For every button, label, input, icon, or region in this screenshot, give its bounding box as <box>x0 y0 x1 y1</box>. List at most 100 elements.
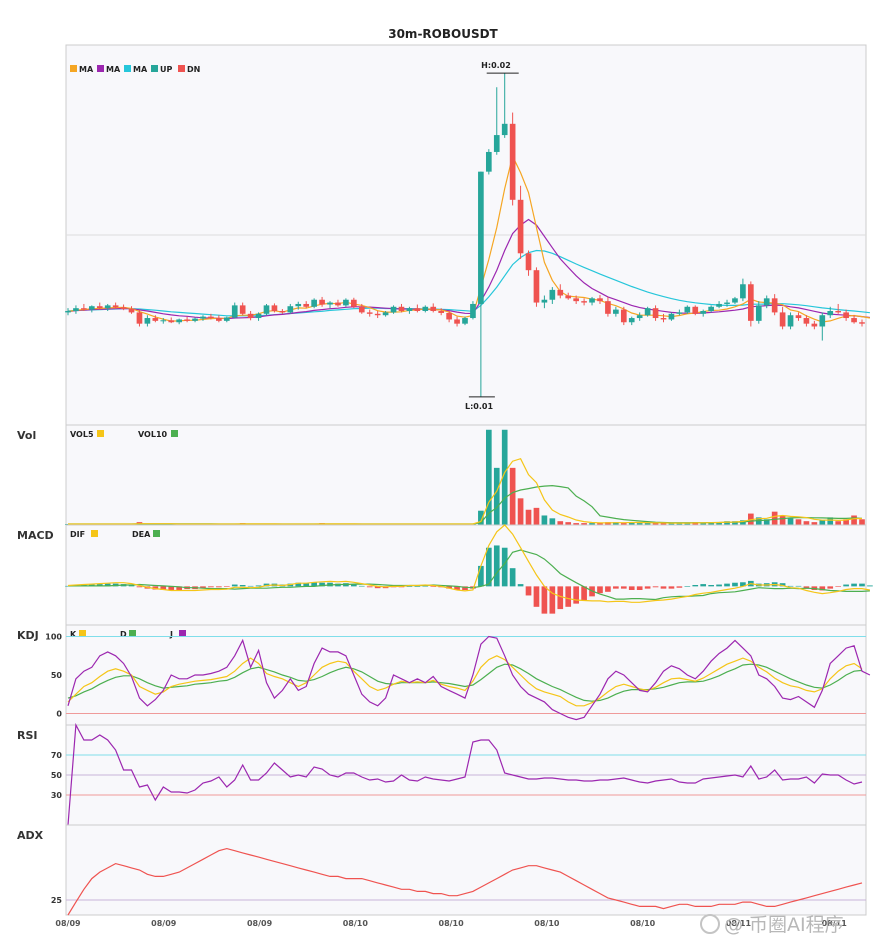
volume-bar <box>485 429 492 525</box>
candle-body <box>501 123 508 136</box>
legend-swatch <box>129 630 136 637</box>
candle-body <box>771 298 778 313</box>
candle-body <box>239 305 246 314</box>
volume-bar <box>509 467 516 525</box>
candle-body <box>716 303 722 307</box>
candle-body <box>732 298 738 303</box>
volume-bar <box>541 515 548 525</box>
candle-body <box>509 123 516 200</box>
candle-body <box>660 318 667 320</box>
candle-body <box>160 320 167 322</box>
candle-body <box>351 299 357 307</box>
candle-body <box>216 318 222 321</box>
adx-panel: ADX 25 <box>17 824 867 916</box>
candle-body <box>708 306 714 311</box>
candle-body <box>327 302 333 305</box>
macd-bar <box>668 586 675 589</box>
volume-bar <box>803 521 810 525</box>
candle-body <box>676 312 683 314</box>
candle-body <box>81 308 87 310</box>
volume-bar <box>493 467 500 525</box>
candle-body <box>700 311 707 314</box>
candle-body <box>692 306 699 314</box>
candle-body <box>287 306 294 313</box>
candle-body <box>136 312 143 324</box>
macd-bar <box>430 586 437 587</box>
legend-label: J <box>169 630 173 639</box>
candle-body <box>279 311 286 313</box>
candle-body <box>358 306 365 313</box>
candle-body <box>414 308 421 311</box>
macd-bar <box>652 586 659 588</box>
macd-bar <box>835 586 842 587</box>
candle-body <box>152 318 159 321</box>
chart-canvas: 30m-ROBOUSDT MA MA MA UP DN H:0.02 L:0.01 Vo… <box>17 27 873 928</box>
adx-tick-label: 25 <box>51 896 63 905</box>
macd-bar <box>239 585 246 587</box>
adx-panel-title: ADX <box>17 829 44 842</box>
macd-bar <box>223 586 230 587</box>
macd-bar <box>708 585 714 587</box>
legend-swatch <box>79 630 86 637</box>
high-label: H:0.02 <box>481 61 511 70</box>
candle-body <box>835 311 842 313</box>
candle-body <box>724 302 730 304</box>
candle-body <box>493 135 500 152</box>
legend-swatch <box>91 530 98 537</box>
legend-swatch <box>151 65 158 72</box>
candle-body <box>827 311 834 316</box>
candle-body <box>819 315 826 327</box>
candle-body <box>73 308 79 311</box>
candle-body <box>652 308 659 319</box>
candle-body <box>295 303 302 307</box>
macd-bar <box>565 586 572 607</box>
macd-bar <box>557 586 564 610</box>
x-tick-label: 08/09 <box>55 919 81 928</box>
macd-bar <box>358 585 365 587</box>
price-panel: MA MA MA UP DN H:0.02 L:0.01 <box>65 44 871 426</box>
candle-body <box>684 306 691 313</box>
candle-body <box>755 305 762 321</box>
macd-bar <box>255 585 262 587</box>
x-tick-label: 08/10 <box>439 919 465 928</box>
rsi-tick-label: 30 <box>51 791 63 800</box>
legend-swatch <box>178 65 185 72</box>
candle-body <box>525 253 532 271</box>
macd-bar <box>509 568 516 587</box>
kdj-tick-label: 0 <box>56 709 62 718</box>
kdj-panel-frame <box>65 624 867 726</box>
rsi-panel: RSI 30 50 70 <box>17 722 867 826</box>
macd-bar <box>795 585 802 587</box>
legend-swatch <box>97 430 104 437</box>
macd-bar <box>692 585 699 587</box>
volume-panel-frame <box>65 424 867 526</box>
candle-body <box>843 312 849 319</box>
macd-bar <box>478 565 484 587</box>
candle-body <box>557 289 564 296</box>
x-tick-label: 08/10 <box>534 919 560 928</box>
macd-bar <box>351 584 357 587</box>
macd-bar <box>676 586 683 588</box>
macd-bar <box>525 586 532 596</box>
candle-body <box>374 313 381 316</box>
volume-panel-title: Vol <box>17 429 36 442</box>
macd-bar <box>366 586 373 588</box>
candle-body <box>366 312 373 314</box>
candle-body <box>740 284 746 299</box>
kdj-panel-title: KDJ <box>17 629 39 642</box>
volume-bar <box>851 515 857 525</box>
macd-bar <box>406 586 413 587</box>
macd-bar <box>636 586 643 590</box>
macd-bar <box>660 586 667 589</box>
macd-bar <box>644 586 651 589</box>
candle-body <box>96 306 103 309</box>
candle-body <box>406 308 413 311</box>
candle-body <box>128 309 135 313</box>
legend-label: DIF <box>70 530 85 539</box>
candle-body <box>454 319 460 324</box>
macd-bar <box>573 586 579 604</box>
legend-swatch <box>70 65 77 72</box>
volume-bar <box>835 521 842 525</box>
macd-bar <box>684 586 691 587</box>
candle-body <box>533 270 540 303</box>
